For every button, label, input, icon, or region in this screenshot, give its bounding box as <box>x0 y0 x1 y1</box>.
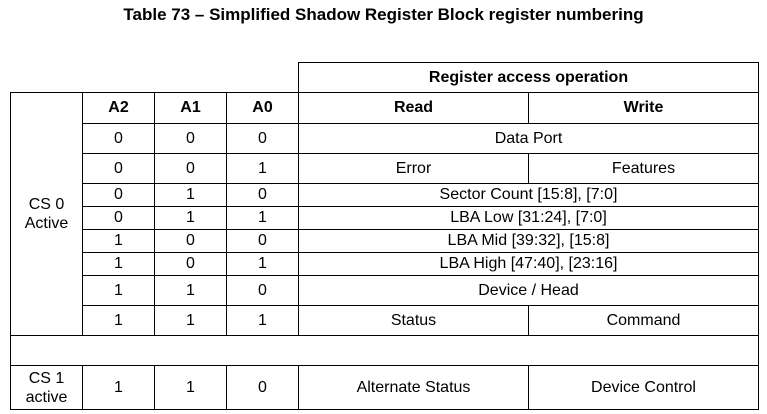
group-header-row: Register access operation <box>10 62 759 93</box>
row1-a1: 0 <box>154 123 227 154</box>
row3-a0: 0 <box>226 183 299 207</box>
table-row: 0 0 1 Error Features <box>11 153 759 184</box>
group-header: Register access operation <box>298 62 759 93</box>
header-blank <box>10 62 299 93</box>
row5-a2: 1 <box>82 229 155 253</box>
cs1-label-line2: active <box>25 388 68 406</box>
cs1-label: CS 1 active <box>10 365 83 410</box>
row6-a0: 1 <box>226 252 299 276</box>
row2-a0: 1 <box>226 153 299 184</box>
row7-register: Device / Head <box>298 275 759 306</box>
row6-a1: 0 <box>154 252 227 276</box>
table-title: Table 73 – Simplified Shadow Register Bl… <box>123 5 644 24</box>
row8-a0: 1 <box>226 305 299 336</box>
row4-a2: 0 <box>82 206 155 230</box>
row4-register: LBA Low [31:24], [7:0] <box>298 206 759 230</box>
column-header-row: CS 0 Active A2 A1 A0 Read Write <box>10 92 759 336</box>
row3-a2: 0 <box>82 183 155 207</box>
row2-read: Error <box>298 153 529 184</box>
row3-a1: 1 <box>154 183 227 207</box>
row6-a2: 1 <box>82 252 155 276</box>
table-row: 0 1 1 LBA Low [31:24], [7:0] <box>11 206 759 230</box>
separator-row <box>10 335 759 366</box>
cs1-write: Device Control <box>528 365 759 410</box>
table-row: 1 0 1 LBA High [47:40], [23:16] <box>11 252 759 276</box>
row8-read: Status <box>298 305 529 336</box>
table-row: 0 1 0 Sector Count [15:8], [7:0] <box>11 183 759 207</box>
row1-a0: 0 <box>226 123 299 154</box>
row1-a2: 0 <box>82 123 155 154</box>
header-a0: A0 <box>226 92 299 124</box>
row3-register: Sector Count [15:8], [7:0] <box>298 183 759 207</box>
row2-a1: 0 <box>154 153 227 184</box>
cs1-label-line1: CS 1 <box>28 369 65 387</box>
row8-write: Command <box>528 305 759 336</box>
row6-register: LBA High [47:40], [23:16] <box>298 252 759 276</box>
separator-gap <box>10 335 759 366</box>
cs1-a1: 1 <box>154 365 227 410</box>
row7-a0: 0 <box>226 275 299 306</box>
table-row: 1 1 0 Device / Head <box>11 275 759 306</box>
row1-register: Data Port <box>298 123 759 154</box>
table-row: 1 1 1 Status Command <box>11 305 759 336</box>
row7-a2: 1 <box>82 275 155 306</box>
cs1-a2: 1 <box>82 365 155 410</box>
register-table: Register access operation CS 0 Active A2… <box>10 62 759 410</box>
row4-a1: 1 <box>154 206 227 230</box>
row2-write: Features <box>528 153 759 184</box>
row5-a1: 0 <box>154 229 227 253</box>
row5-a0: 0 <box>226 229 299 253</box>
header-read: Read <box>298 92 529 124</box>
cs1-read: Alternate Status <box>298 365 529 410</box>
table-row: 1 0 0 LBA Mid [39:32], [15:8] <box>11 229 759 253</box>
row4-a0: 1 <box>226 206 299 230</box>
cs0-label-line2: Active <box>24 215 69 232</box>
row7-a1: 1 <box>154 275 227 306</box>
row8-a1: 1 <box>154 305 227 336</box>
header-a1: A1 <box>154 92 227 124</box>
table-row: CS 1 active 1 1 0 Alternate Status Devic… <box>10 365 759 410</box>
header-a2: A2 <box>82 92 155 124</box>
row5-register: LBA Mid [39:32], [15:8] <box>298 229 759 253</box>
cs0-label: CS 0 Active <box>10 92 83 336</box>
table-row: 0 0 0 Data Port <box>11 123 759 154</box>
row2-a2: 0 <box>82 153 155 184</box>
row8-a2: 1 <box>82 305 155 336</box>
cs1-a0: 0 <box>226 365 299 410</box>
header-write: Write <box>528 92 759 124</box>
cs0-label-line1: CS 0 <box>28 196 65 213</box>
